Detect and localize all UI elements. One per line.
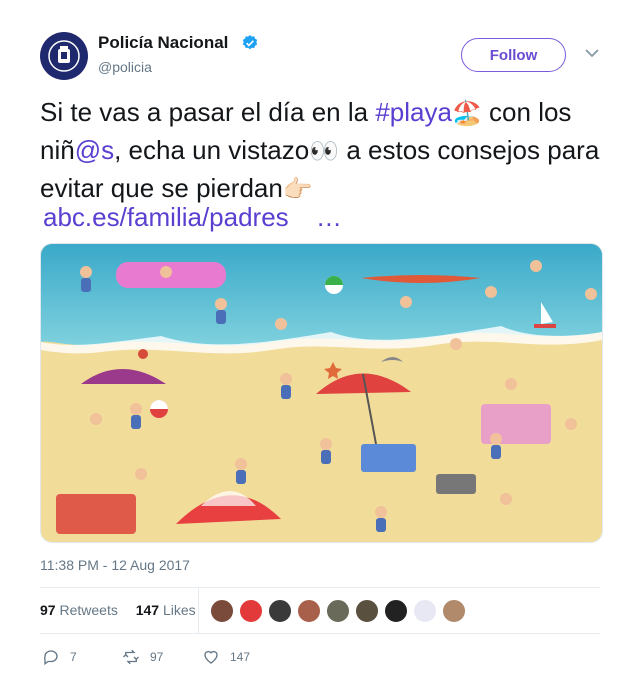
tweet-text-part: , echa un vistazo — [114, 135, 310, 165]
follow-button[interactable]: Follow — [461, 38, 566, 72]
beach-umbrella-emoji: 🏖️ — [451, 100, 482, 127]
tweet-text-part: Si te vas a pasar el día en la — [40, 97, 376, 127]
police-badge-icon — [48, 40, 80, 72]
liker-avatar[interactable] — [210, 599, 234, 623]
liker-avatar[interactable] — [355, 599, 379, 623]
tweet-card: Policía Nacional @policia Follow Si te v… — [0, 0, 640, 696]
liker-avatar[interactable] — [442, 599, 466, 623]
retweets-label[interactable]: Retweets — [59, 602, 117, 618]
retweet-action[interactable]: 97 — [122, 648, 163, 666]
retweets-count[interactable]: 97 — [40, 602, 56, 618]
divider — [40, 587, 600, 588]
retweet-icon — [123, 649, 139, 665]
likes-label[interactable]: Likes — [163, 602, 196, 618]
liker-avatar[interactable] — [413, 599, 437, 623]
account-handle[interactable]: @policia — [98, 59, 152, 75]
reply-action[interactable]: 7 — [42, 648, 77, 666]
beach-illustration — [41, 244, 602, 542]
reply-icon — [43, 650, 58, 666]
hashtag-link[interactable]: #playa — [375, 97, 452, 127]
engagement-stats: 97 Retweets 147 Likes — [40, 602, 196, 618]
liker-avatar[interactable] — [384, 599, 408, 623]
url-link[interactable]: abc.es/familia/padres — [43, 202, 289, 232]
like-count: 147 — [230, 650, 251, 664]
liker-avatar[interactable] — [239, 599, 263, 623]
verified-badge-icon — [242, 35, 258, 50]
chevron-down-icon[interactable] — [585, 48, 599, 58]
tweet-timestamp[interactable]: 11:38 PM - 12 Aug 2017 — [40, 557, 190, 573]
avatar[interactable] — [40, 32, 88, 80]
mention-link[interactable]: @s — [75, 135, 114, 165]
eyes-emoji: 👀 — [309, 138, 340, 165]
retweet-count: 97 — [150, 650, 164, 664]
heart-icon — [204, 650, 218, 664]
liker-avatar[interactable] — [326, 599, 350, 623]
tweet-text: Si te vas a pasar el día en la #playa🏖️ … — [40, 94, 610, 208]
like-action[interactable]: 147 — [202, 648, 250, 666]
tweet-media-image[interactable] — [40, 243, 603, 543]
divider — [40, 633, 600, 634]
liker-avatar[interactable] — [268, 599, 292, 623]
url-ellipsis[interactable]: … — [316, 202, 342, 232]
liker-avatar[interactable] — [297, 599, 321, 623]
account-name[interactable]: Policía Nacional — [98, 33, 228, 53]
likes-count[interactable]: 147 — [136, 602, 159, 618]
url-line: abc.es/familia/padres … — [43, 199, 342, 235]
reply-count: 7 — [70, 650, 77, 664]
stats-divider — [198, 588, 199, 633]
